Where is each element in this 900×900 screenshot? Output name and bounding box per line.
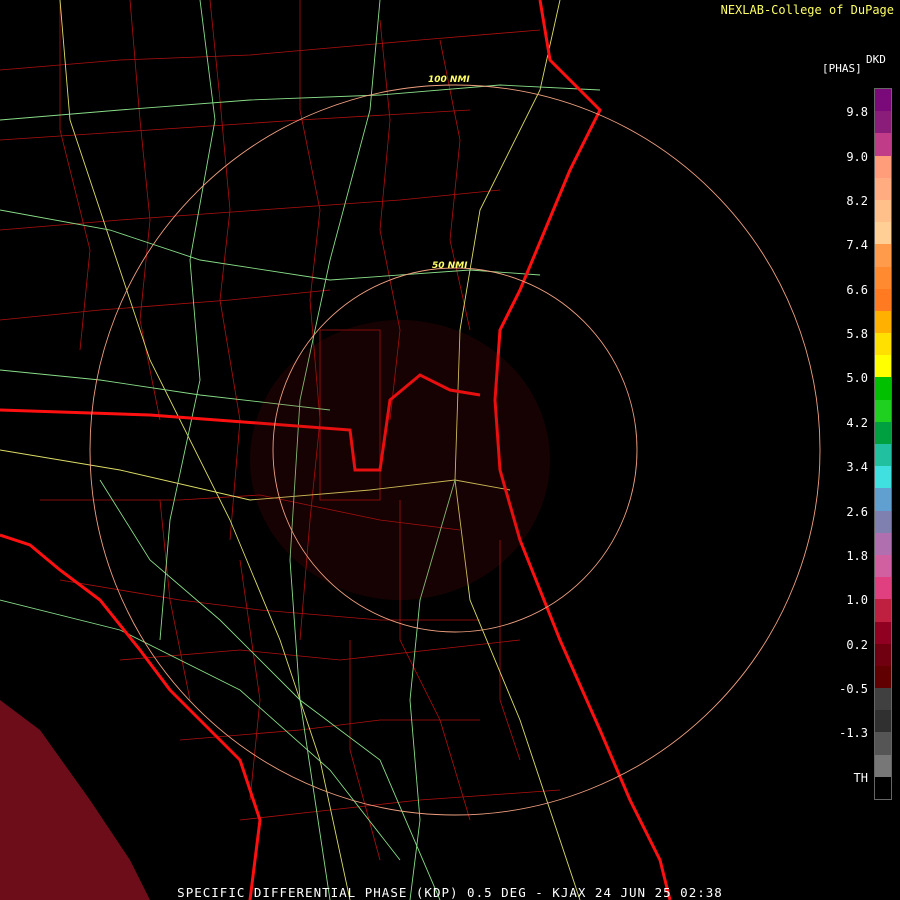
colorbar-segment (875, 510, 891, 533)
legend-tick-label: 2.6 (846, 505, 868, 519)
units-name: [PHAS] (822, 62, 862, 75)
colorbar-segment (875, 89, 891, 112)
colorbar-segment (875, 155, 891, 178)
colorbar-segment (875, 665, 891, 689)
colorbar-segment (875, 621, 891, 644)
colorbar-segment (875, 688, 891, 711)
colorbar-segment (875, 732, 891, 755)
legend-tick-label: -1.3 (839, 726, 868, 740)
legend-tick-label: 7.4 (846, 238, 868, 252)
colorbar-segment (875, 177, 891, 200)
radar-map: 100 NMI 50 NMI (0, 0, 900, 900)
colorbar-segment (875, 488, 891, 511)
colorbar-segment (875, 377, 891, 400)
legend-tick-label: TH (853, 771, 868, 785)
legend-tick-label: 9.8 (846, 105, 868, 119)
colorbar-segment (875, 532, 891, 555)
colorbar-segment (875, 355, 891, 378)
legend-tick-label: 6.6 (846, 283, 868, 297)
colorbar-segment (875, 643, 891, 666)
colorbar-segment (875, 111, 891, 134)
colorbar-segment (875, 776, 891, 799)
footer-caption: SPECIFIC DIFFERENTIAL PHASE (KDP) 0.5 DE… (177, 885, 723, 900)
color-scale-bar (874, 88, 892, 800)
legend-tick-label: 3.4 (846, 460, 868, 474)
colorbar-segment (875, 244, 891, 267)
colorbar-segment (875, 466, 891, 489)
colorbar-segment (875, 199, 891, 223)
colorbar-segment (875, 133, 891, 156)
colorbar-segment (875, 754, 891, 777)
legend-tick-label: 5.0 (846, 371, 868, 385)
legend-tick-label: 8.2 (846, 194, 868, 208)
colorbar-segment (875, 421, 891, 444)
colorbar-segment (875, 554, 891, 578)
colorbar-segment (875, 399, 891, 422)
colorbar-segment (875, 288, 891, 311)
legend-tick-label: 1.0 (846, 593, 868, 607)
legend-tick-label: -0.5 (839, 682, 868, 696)
colorbar-segment (875, 444, 891, 467)
units-code: DKD (866, 53, 886, 66)
ring-label-100: 100 NMI (428, 75, 470, 85)
ring-label-50: 50 NMI (432, 261, 468, 271)
colorbar-segment (875, 710, 891, 733)
legend-tick-label: 0.2 (846, 638, 868, 652)
colorbar-segment (875, 577, 891, 600)
legend-tick-label: 1.8 (846, 549, 868, 563)
colorbar-segment (875, 266, 891, 289)
legend-tick-label: 9.0 (846, 150, 868, 164)
credit-text: NEXLAB-College of DuPage (720, 3, 894, 17)
colorbar-segment (875, 599, 891, 622)
colorbar-segment (875, 310, 891, 334)
colorbar-segment (875, 333, 891, 356)
colorbar-segment (875, 222, 891, 245)
legend-tick-label: 4.2 (846, 416, 868, 430)
legend-tick-label: 5.8 (846, 327, 868, 341)
